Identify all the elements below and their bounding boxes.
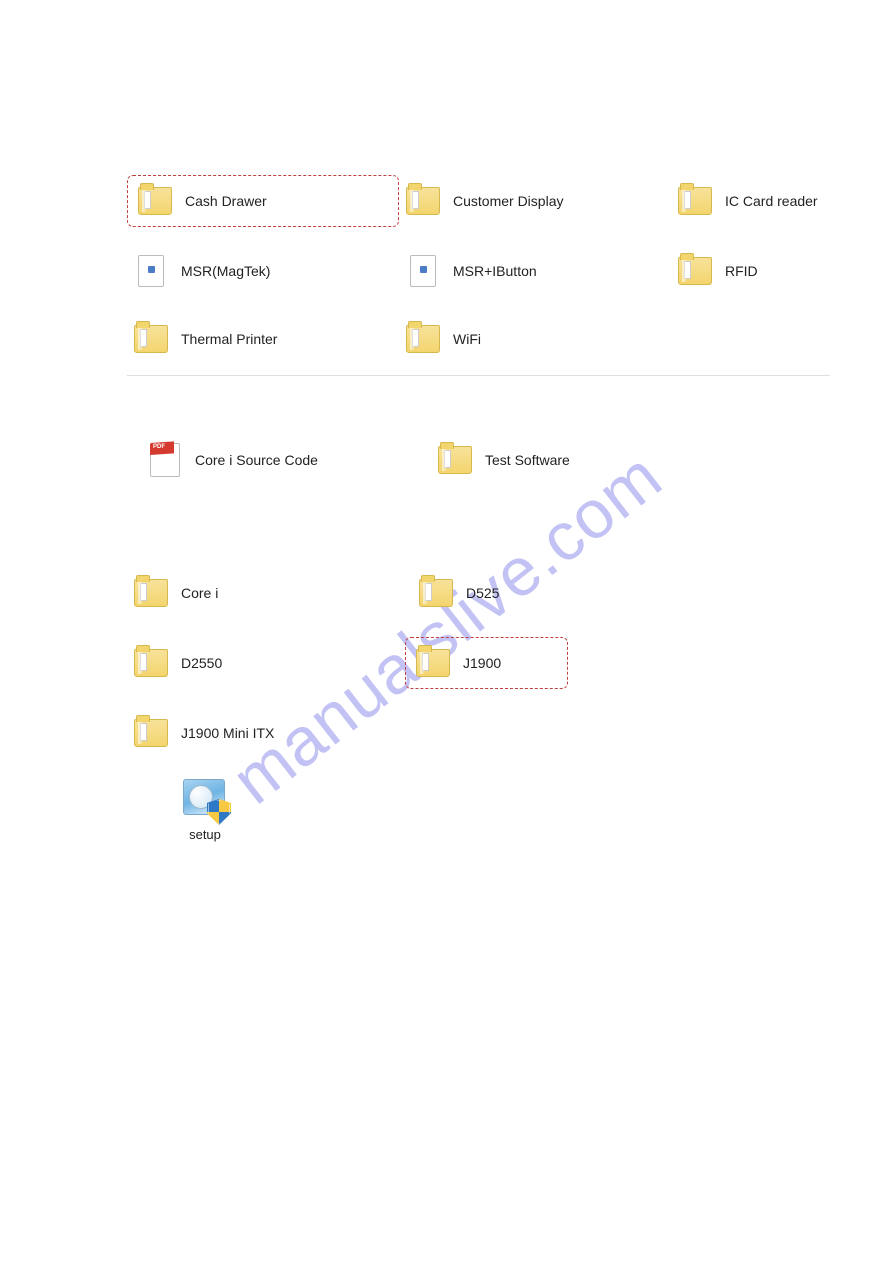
folder-j1900[interactable]: J1900 (405, 637, 568, 689)
file-icon (131, 251, 171, 291)
file-core-i-source-code[interactable]: Core i Source Code (141, 436, 431, 484)
item-label: IC Card reader (725, 193, 818, 209)
item-label: D525 (466, 585, 499, 601)
folder-customer-display[interactable]: Customer Display (399, 175, 671, 227)
exe-setup[interactable]: setup (170, 775, 240, 842)
item-label: J1900 Mini ITX (181, 725, 274, 741)
folder-icon (403, 181, 443, 221)
item-label: MSR+IButton (453, 263, 537, 279)
item-label: J1900 (463, 655, 501, 671)
folder-test-software[interactable]: Test Software (431, 436, 703, 484)
file-icon (403, 251, 443, 291)
folder-cash-drawer[interactable]: Cash Drawer (127, 175, 399, 227)
folder-d2550[interactable]: D2550 (127, 637, 405, 689)
group-boards: Core i D525 D2550 J1900 J1900 Mini ITX (127, 569, 830, 757)
folder-ic-card-reader[interactable]: IC Card reader (671, 175, 826, 227)
item-label: MSR(MagTek) (181, 263, 270, 279)
folder-icon (135, 181, 175, 221)
folder-core-i[interactable]: Core i (127, 569, 412, 617)
item-label: Core i (181, 585, 218, 601)
folder-icon (131, 713, 171, 753)
item-label: Core i Source Code (195, 452, 318, 468)
file-view: Cash Drawer Customer Display IC Card rea… (127, 175, 830, 777)
item-label: setup (170, 827, 240, 842)
group-source-test: Core i Source Code Test Software (127, 436, 830, 484)
uac-shield-icon (207, 799, 231, 825)
folder-icon (413, 643, 453, 683)
file-msr-ibutton[interactable]: MSR+IButton (399, 247, 671, 295)
folder-j1900-mini-itx[interactable]: J1900 Mini ITX (127, 709, 399, 757)
pdf-icon (145, 440, 185, 480)
item-label: D2550 (181, 655, 222, 671)
folder-d525[interactable]: D525 (412, 569, 684, 617)
folder-icon (131, 319, 171, 359)
item-label: Customer Display (453, 193, 563, 209)
folder-thermal-printer[interactable]: Thermal Printer (127, 315, 399, 363)
group-peripherals: Cash Drawer Customer Display IC Card rea… (127, 175, 830, 376)
folder-rfid[interactable]: RFID (671, 247, 826, 295)
folder-wifi[interactable]: WiFi (399, 315, 671, 363)
installer-icon (181, 775, 229, 823)
folder-icon (435, 440, 475, 480)
folder-icon (131, 573, 171, 613)
item-label: WiFi (453, 331, 481, 347)
folder-icon (675, 181, 715, 221)
item-label: Thermal Printer (181, 331, 277, 347)
folder-icon (675, 251, 715, 291)
file-msr-magtek[interactable]: MSR(MagTek) (127, 247, 399, 295)
item-label: Test Software (485, 452, 570, 468)
folder-icon (403, 319, 443, 359)
folder-icon (131, 643, 171, 683)
folder-icon (416, 573, 456, 613)
item-label: Cash Drawer (185, 193, 267, 209)
item-label: RFID (725, 263, 758, 279)
